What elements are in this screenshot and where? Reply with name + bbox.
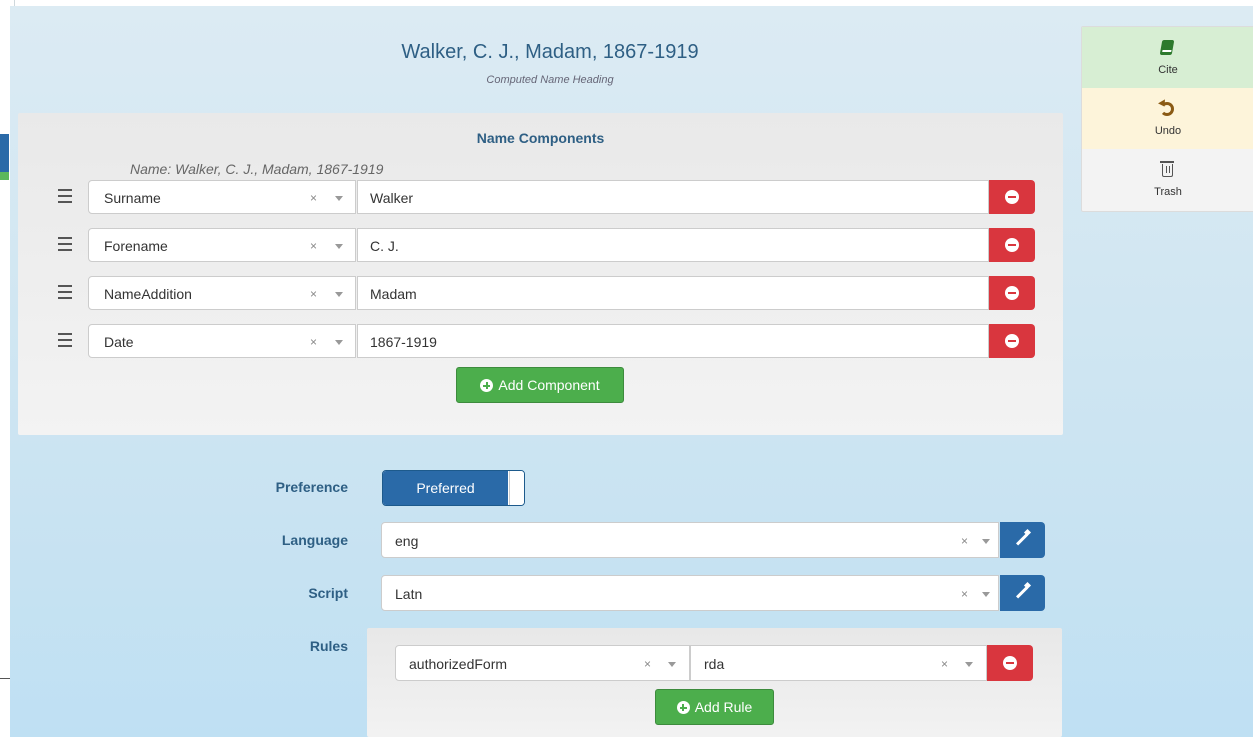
drag-handle-icon[interactable]: [58, 333, 72, 351]
name-components-box: Name Components Name: Walker, C. J., Mad…: [18, 113, 1063, 435]
book-icon: [1159, 40, 1175, 55]
component-row: NameAddition × Madam: [18, 276, 1063, 312]
component-value-text: C. J.: [370, 238, 399, 254]
rules-label: Rules: [309, 638, 348, 654]
rule-type-value: authorizedForm: [409, 656, 508, 672]
drag-handle-icon[interactable]: [58, 189, 72, 207]
component-type-select[interactable]: NameAddition ×: [88, 276, 356, 310]
component-value-input[interactable]: Madam: [357, 276, 989, 310]
computed-heading-subtitle: Computed Name Heading: [486, 74, 614, 86]
rule-type-select[interactable]: authorizedForm ×: [395, 645, 690, 681]
script-label: Script: [308, 585, 348, 601]
undo-button[interactable]: Undo: [1082, 88, 1253, 149]
name-preview: Name: Walker, C. J., Madam, 1867-1919: [130, 161, 384, 177]
chevron-down-icon[interactable]: [335, 196, 343, 201]
add-component-button[interactable]: Add Component: [456, 367, 624, 403]
language-label: Language: [281, 532, 348, 548]
plus-circle-icon: [676, 701, 690, 714]
component-value-text: Madam: [370, 286, 417, 302]
remove-component-button[interactable]: [989, 228, 1035, 262]
preference-value: Preferred: [383, 471, 508, 505]
clear-icon[interactable]: ×: [310, 335, 317, 349]
chevron-down-icon[interactable]: [335, 340, 343, 345]
preference-label: Preference: [275, 479, 348, 495]
component-value-text: 1867-1919: [370, 334, 437, 350]
name-editor-panel: Walker, C. J., Madam, 1867-1919 Computed…: [10, 6, 1253, 737]
trash-button[interactable]: Trash: [1082, 149, 1253, 210]
trash-label: Trash: [1154, 186, 1182, 198]
add-rule-button[interactable]: Add Rule: [655, 689, 774, 725]
remove-component-button[interactable]: [989, 276, 1035, 310]
rule-value: rda: [704, 656, 725, 672]
undo-icon: [1160, 102, 1174, 116]
clear-icon[interactable]: ×: [961, 534, 968, 548]
component-row: Surname × Walker: [18, 180, 1063, 216]
chevron-down-icon[interactable]: [335, 244, 343, 249]
remove-component-button[interactable]: [989, 180, 1035, 214]
chevron-down-icon[interactable]: [982, 539, 990, 544]
clear-icon[interactable]: ×: [961, 587, 968, 601]
trash-icon: [1160, 161, 1174, 177]
action-sidebar: Cite Undo Trash: [1081, 26, 1253, 212]
language-select[interactable]: eng ×: [381, 522, 999, 558]
clear-icon[interactable]: ×: [310, 191, 317, 205]
component-type-select[interactable]: Surname ×: [88, 180, 356, 214]
drag-handle-icon[interactable]: [58, 285, 72, 303]
name-components-title: Name Components: [476, 130, 605, 146]
computed-heading-title: Walker, C. J., Madam, 1867-1919: [401, 41, 699, 63]
component-type-value: Date: [104, 334, 134, 350]
component-row: Forename × C. J.: [18, 228, 1063, 264]
chevron-down-icon[interactable]: [982, 592, 990, 597]
chevron-down-icon[interactable]: [335, 292, 343, 297]
chevron-down-icon[interactable]: [668, 662, 676, 667]
plus-circle-icon: [480, 379, 494, 392]
toggle-knob[interactable]: [509, 471, 524, 505]
minus-circle-icon: [1005, 286, 1019, 300]
component-type-value: Forename: [104, 238, 168, 254]
remove-component-button[interactable]: [989, 324, 1035, 358]
component-type-select[interactable]: Date ×: [88, 324, 356, 358]
script-select[interactable]: Latn ×: [381, 575, 999, 611]
minus-circle-icon: [1003, 656, 1017, 670]
script-magic-wand-button[interactable]: [1000, 575, 1045, 611]
background-nav-tab: [0, 134, 9, 172]
clear-icon[interactable]: ×: [310, 287, 317, 301]
component-value-input[interactable]: C. J.: [357, 228, 989, 262]
cite-button[interactable]: Cite: [1082, 27, 1253, 88]
clear-icon[interactable]: ×: [941, 657, 948, 671]
clear-icon[interactable]: ×: [310, 239, 317, 253]
chevron-down-icon[interactable]: [965, 662, 973, 667]
rules-box: authorizedForm × rda × Add Rule: [367, 628, 1062, 737]
remove-rule-button[interactable]: [987, 645, 1033, 681]
component-value-input[interactable]: 1867-1919: [357, 324, 989, 358]
drag-handle-icon[interactable]: [58, 237, 72, 255]
preference-toggle[interactable]: Preferred: [382, 470, 525, 506]
clear-icon[interactable]: ×: [644, 657, 651, 671]
minus-circle-icon: [1005, 334, 1019, 348]
add-rule-label: Add Rule: [694, 699, 753, 715]
language-value: eng: [395, 533, 419, 549]
component-value-input[interactable]: Walker: [357, 180, 989, 214]
component-value-text: Walker: [370, 190, 414, 206]
component-row: Date × 1867-1919: [18, 324, 1063, 360]
language-magic-wand-button[interactable]: [1000, 522, 1045, 558]
cite-label: Cite: [1158, 64, 1178, 76]
minus-circle-icon: [1005, 190, 1019, 204]
script-value: Latn: [395, 586, 423, 602]
rule-value-select[interactable]: rda ×: [690, 645, 987, 681]
minus-circle-icon: [1005, 238, 1019, 252]
add-component-label: Add Component: [498, 377, 600, 393]
component-type-select[interactable]: Forename ×: [88, 228, 356, 262]
component-type-value: NameAddition: [104, 286, 192, 302]
background-accent: [0, 172, 9, 180]
undo-label: Undo: [1154, 125, 1182, 137]
component-type-value: Surname: [104, 190, 161, 206]
